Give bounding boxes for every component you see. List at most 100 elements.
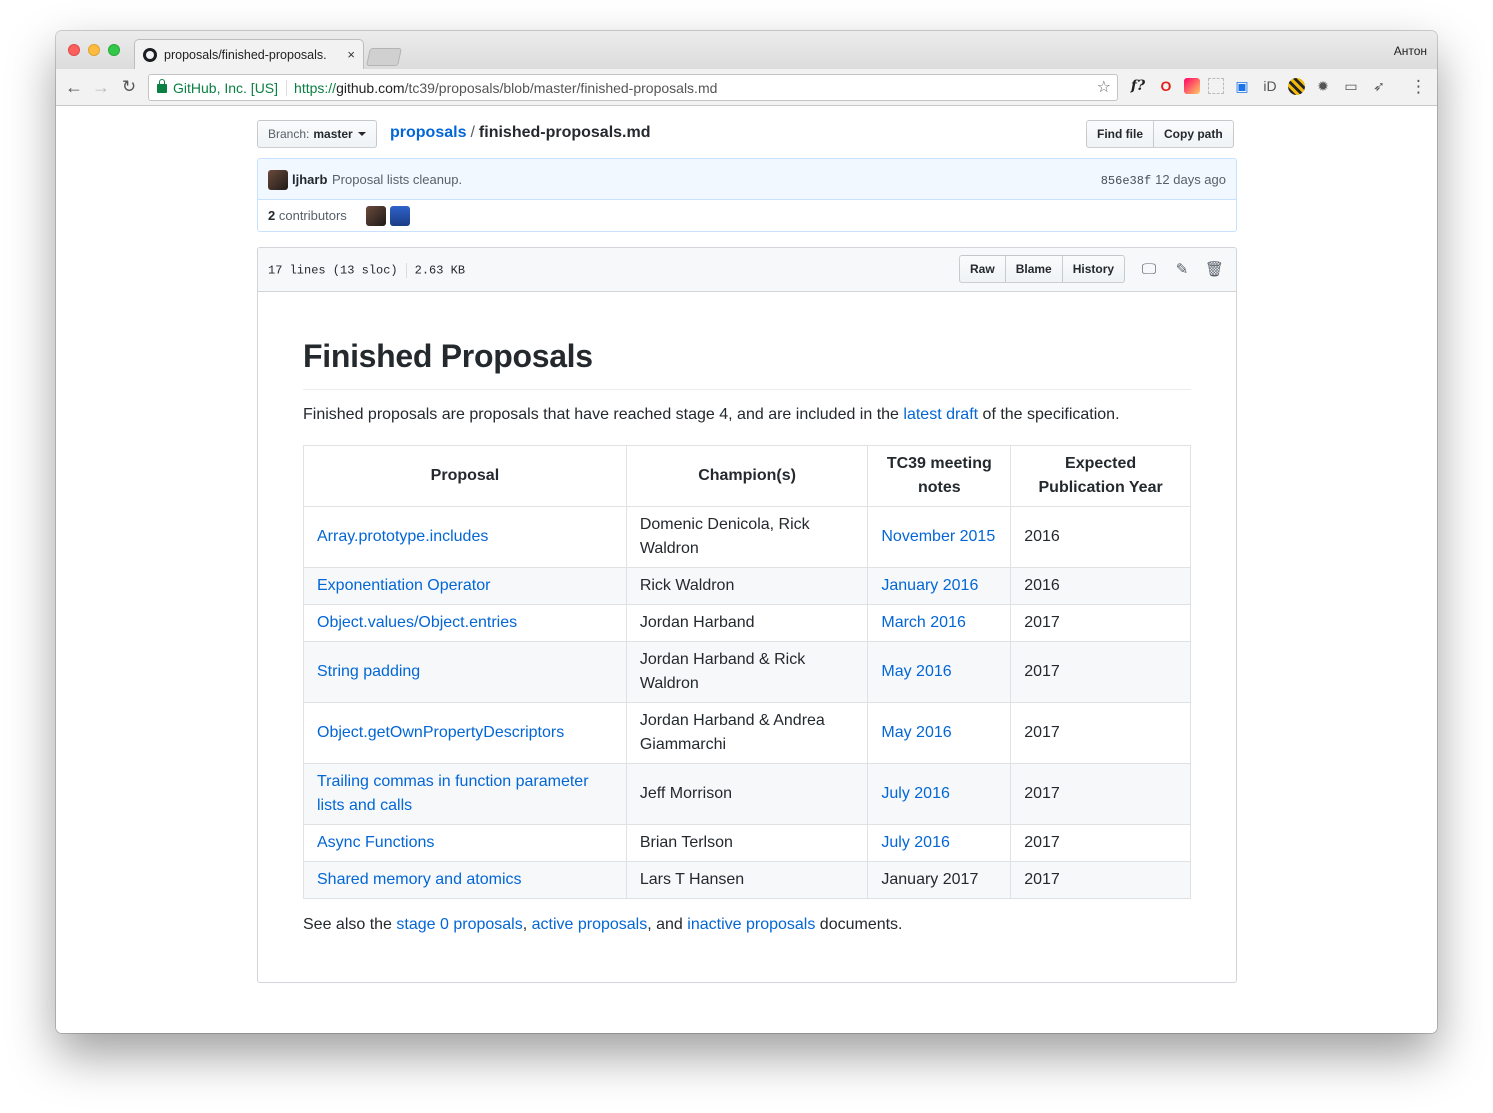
proposal-link[interactable]: Async Functions	[317, 834, 434, 851]
champions-cell: Domenic Denicola, Rick Waldron	[625, 506, 869, 568]
id-extension-icon[interactable]: iD	[1260, 76, 1280, 96]
table-header-row: Proposal Champion(s) TC39 meeting notes …	[303, 445, 1191, 507]
gear-extension-icon[interactable]: ✹	[1313, 76, 1333, 96]
column-header: TC39 meeting notes	[867, 445, 1012, 507]
avatar[interactable]	[390, 206, 410, 226]
footer-text-end: documents.	[815, 916, 903, 933]
close-window-button[interactable]	[68, 44, 80, 56]
proposal-link[interactable]: Shared memory and atomics	[317, 871, 522, 888]
proposal-link[interactable]: Exponentiation Operator	[317, 577, 490, 594]
file-lines-info: 17 lines (13 sloc)	[268, 263, 398, 278]
commit-age: 12 days ago	[1155, 172, 1226, 187]
intro-text: Finished proposals are proposals that ha…	[303, 406, 904, 423]
new-tab-button[interactable]	[366, 48, 402, 66]
profile-name[interactable]: Антон	[1394, 44, 1427, 58]
commit-sha-link[interactable]: 856e38f	[1101, 174, 1151, 188]
table-row: Object.values/Object.entries Jordan Harb…	[303, 604, 1191, 642]
url-scheme: https://	[294, 79, 337, 96]
browser-toolbar: ← → ↻ GitHub, Inc. [US] https://github.c…	[56, 69, 1437, 106]
zoom-window-button[interactable]	[108, 44, 120, 56]
intro-text-end: of the specification.	[978, 406, 1120, 423]
year-cell: 2016	[1010, 567, 1191, 605]
tab-title: proposals/finished-proposals.	[164, 47, 327, 62]
proposal-link[interactable]: Object.getOwnPropertyDescriptors	[317, 724, 564, 741]
year-cell: 2017	[1010, 861, 1191, 899]
back-arrow-icon[interactable]: ←	[62, 75, 86, 99]
breadcrumb: proposals / finished-proposals.md	[390, 124, 651, 142]
trash-icon[interactable]: 🗑	[1205, 261, 1224, 279]
title-bar: proposals/finished-proposals. × Антон	[56, 31, 1437, 69]
year-cell: 2017	[1010, 604, 1191, 642]
contributors-label: contributors	[278, 208, 347, 223]
history-button[interactable]: History	[1062, 255, 1126, 283]
find-file-button[interactable]: Find file	[1086, 120, 1154, 148]
table-row: String padding Jordan Harband & Rick Wal…	[303, 641, 1191, 703]
file-header: 17 lines (13 sloc) 2.63 KB Raw Blame Hist…	[258, 248, 1236, 292]
inactive-proposals-link[interactable]: inactive proposals	[687, 916, 815, 933]
table-row: Object.getOwnPropertyDescriptors Jordan …	[303, 702, 1191, 764]
latest-draft-link[interactable]: latest draft	[903, 406, 978, 423]
reload-icon[interactable]: ↻	[117, 75, 141, 99]
footer-separator: , and	[647, 916, 688, 933]
year-cell: 2017	[1010, 702, 1191, 764]
proposal-link[interactable]: String padding	[317, 663, 420, 680]
minimize-window-button[interactable]	[88, 44, 100, 56]
url-host: github.com	[336, 79, 405, 96]
browser-tab[interactable]: proposals/finished-proposals. ×	[134, 39, 364, 69]
forward-arrow-icon[interactable]: →	[89, 75, 113, 99]
commit-message-link[interactable]: Proposal lists cleanup.	[332, 172, 462, 187]
meeting-notes-link[interactable]: March 2016	[881, 614, 966, 631]
address-bar[interactable]: GitHub, Inc. [US] https://github.com/tc3…	[148, 74, 1118, 101]
grid-extension-icon[interactable]	[1208, 78, 1224, 94]
breadcrumb-separator: /	[470, 124, 475, 141]
meeting-notes-link[interactable]: July 2016	[881, 785, 950, 802]
browser-menu-icon[interactable]: ⋮	[1410, 77, 1427, 97]
contributors-link[interactable]: 2 contributors	[268, 208, 347, 223]
password-extension-icon[interactable]: ▣	[1232, 76, 1252, 96]
proposal-link[interactable]: Array.prototype.includes	[317, 528, 488, 545]
table-row: Exponentiation Operator Rick Waldron Jan…	[303, 567, 1191, 605]
breadcrumb-repo-link[interactable]: proposals	[390, 124, 466, 141]
url-text[interactable]: https://github.com/tc39/proposals/blob/m…	[287, 80, 717, 96]
proposal-link[interactable]: Object.values/Object.entries	[317, 614, 517, 631]
title-divider	[303, 389, 1191, 390]
avatar[interactable]	[366, 206, 386, 226]
rocket-extension-icon[interactable]: ➶	[1369, 76, 1389, 96]
meeting-notes-link[interactable]: November 2015	[881, 528, 995, 545]
file-info: 17 lines (13 sloc) 2.63 KB	[268, 263, 465, 278]
commit-author-link[interactable]: ljharb	[292, 172, 327, 187]
column-header: Expected Publication Year	[1010, 445, 1191, 507]
pencil-icon[interactable]: ✎	[1173, 261, 1191, 279]
meeting-notes-link[interactable]: May 2016	[881, 663, 951, 680]
proposals-table: Proposal Champion(s) TC39 meeting notes …	[303, 445, 1191, 899]
color-extension-icon[interactable]	[1184, 78, 1200, 94]
chevron-down-icon	[357, 132, 366, 136]
meeting-notes-link[interactable]: January 2016	[881, 577, 978, 594]
active-proposals-link[interactable]: active proposals	[532, 916, 648, 933]
year-cell: 2017	[1010, 824, 1191, 862]
branch-selector-button[interactable]: Branch: master	[257, 120, 377, 148]
stage-0-proposals-link[interactable]: stage 0 proposals	[396, 916, 522, 933]
champions-cell: Lars T Hansen	[625, 861, 869, 899]
desktop-icon[interactable]: 🖵	[1140, 261, 1158, 279]
table-row: Shared memory and atomics Lars T Hansen …	[303, 861, 1191, 899]
contributors-row: 2 contributors	[258, 200, 1236, 231]
bookmark-star-icon[interactable]: ☆	[1097, 77, 1111, 97]
ribbon-extension-icon[interactable]	[1288, 77, 1305, 95]
blame-button[interactable]: Blame	[1005, 255, 1063, 283]
meeting-notes-link[interactable]: July 2016	[881, 834, 950, 851]
tab-close-icon[interactable]: ×	[347, 47, 355, 62]
avatar[interactable]	[268, 170, 288, 190]
chat-extension-icon[interactable]: ▭	[1341, 76, 1361, 96]
table-row: Array.prototype.includes Domenic Denicol…	[303, 506, 1191, 568]
meeting-notes-link[interactable]: May 2016	[881, 724, 951, 741]
raw-button[interactable]: Raw	[959, 255, 1006, 283]
font-extension-icon[interactable]: f?	[1128, 76, 1148, 96]
opera-extension-icon[interactable]: O	[1156, 76, 1176, 96]
champions-cell: Jordan Harband & Rick Waldron	[625, 641, 869, 703]
lock-icon	[157, 79, 167, 93]
copy-path-button[interactable]: Copy path	[1154, 120, 1234, 148]
file-nav-buttons: Find file Copy path	[1086, 120, 1234, 148]
ev-certificate-label[interactable]: GitHub, Inc. [US]	[173, 79, 288, 96]
proposal-link[interactable]: Trailing commas in function parameter li…	[317, 773, 589, 814]
